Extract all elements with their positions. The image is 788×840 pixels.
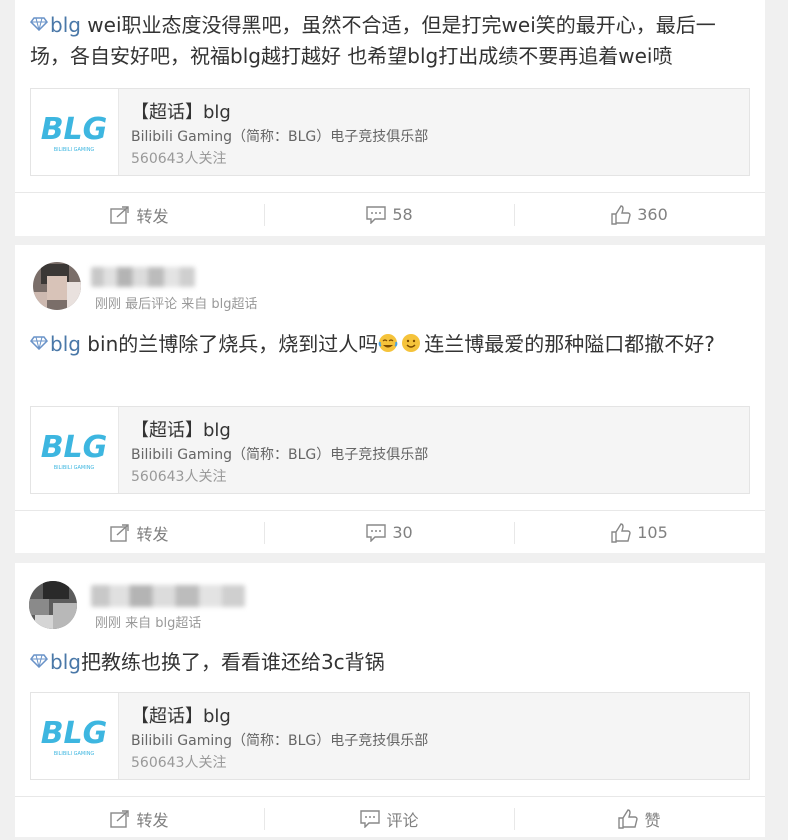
repost-button[interactable]: 转发	[15, 193, 264, 236]
svg-text:BLG: BLG	[41, 430, 108, 465]
comment-icon	[366, 205, 387, 224]
thumbs-up-icon	[618, 808, 639, 829]
topic-title: 【超话】blg	[131, 102, 231, 123]
avatar[interactable]	[33, 262, 81, 310]
topic-card[interactable]: BLG BILIBILI GAMING 【超话】blg Bilibili Gam…	[30, 406, 750, 494]
topic-card[interactable]: BLG BILIBILI GAMING 【超话】blg Bilibili Gam…	[30, 88, 750, 176]
blg-logo: BLG BILIBILI GAMING	[31, 89, 119, 175]
like-button[interactable]: 105	[515, 511, 764, 554]
like-button[interactable]: 赞	[515, 797, 764, 840]
topic-title: 【超话】blg	[131, 706, 231, 727]
topic-fans-count: 560643人关注	[131, 151, 227, 167]
comment-icon	[366, 523, 387, 542]
avatar[interactable]	[29, 581, 77, 629]
svg-text:BILIBILI GAMING: BILIBILI GAMING	[54, 751, 95, 757]
comment-icon	[360, 809, 381, 828]
super-topic-tag[interactable]: blg	[30, 650, 81, 674]
post-card: 刚刚 最后评论 来自 blg超话 blg bin的兰博除了烧兵，烧到过人吗 连兰博…	[15, 245, 765, 553]
thumbs-up-icon	[611, 522, 631, 543]
username[interactable]	[91, 267, 195, 287]
post-card: blg wei职业态度没得黑吧，虽然不合适，但是打完wei笑的最开心，最后一场，…	[15, 0, 765, 236]
post-meta: 刚刚 最后评论 来自 blg超话	[95, 297, 258, 312]
topic-card[interactable]: BLG BILIBILI GAMING 【超话】blg Bilibili Gam…	[30, 692, 750, 780]
svg-text:BLG: BLG	[41, 112, 108, 147]
post-text: blg bin的兰博除了烧兵，烧到过人吗 连兰博最爱的那种隘口都撤不好?	[30, 329, 750, 360]
super-topic-tag[interactable]: blg	[30, 13, 81, 37]
crying-laughing-emoji-icon	[378, 334, 398, 352]
diamond-icon	[30, 654, 48, 668]
topic-subtitle: Bilibili Gaming（简称：BLG）电子竞技俱乐部	[131, 129, 429, 145]
action-bar: 转发 评论 赞	[15, 796, 765, 840]
laughing-emoji-icon	[402, 334, 421, 352]
comment-button[interactable]: 58	[265, 193, 514, 236]
comment-button[interactable]: 30	[265, 511, 514, 554]
repost-button[interactable]: 转发	[15, 511, 264, 554]
svg-text:BILIBILI GAMING: BILIBILI GAMING	[54, 147, 95, 153]
post-text: blg把教练也换了，看看谁还给3c背锅	[30, 647, 750, 678]
repost-icon	[110, 809, 130, 828]
diamond-icon	[30, 17, 48, 31]
post-card: 刚刚 来自 blg超话 blg把教练也换了，看看谁还给3c背锅 BLG BILI…	[15, 563, 765, 837]
diamond-icon	[30, 336, 48, 350]
repost-icon	[110, 523, 130, 542]
thumbs-up-icon	[611, 204, 631, 225]
post-meta: 刚刚 来自 blg超话	[95, 616, 202, 631]
svg-text:BLG: BLG	[41, 716, 108, 751]
topic-fans-count: 560643人关注	[131, 469, 227, 485]
super-topic-tag[interactable]: blg	[30, 332, 81, 356]
blg-logo: BLG BILIBILI GAMING	[31, 407, 119, 493]
comment-button[interactable]: 评论	[265, 797, 514, 840]
like-button[interactable]: 360	[515, 193, 764, 236]
blg-logo: BLG BILIBILI GAMING	[31, 693, 119, 779]
repost-icon	[110, 205, 130, 224]
post-text: blg wei职业态度没得黑吧，虽然不合适，但是打完wei笑的最开心，最后一场，…	[30, 13, 716, 68]
username[interactable]	[91, 585, 245, 607]
action-bar: 转发 30 105	[15, 510, 765, 554]
repost-button[interactable]: 转发	[15, 797, 264, 840]
action-bar: 转发 58 360	[15, 192, 765, 236]
svg-text:BILIBILI GAMING: BILIBILI GAMING	[54, 465, 95, 471]
topic-title: 【超话】blg	[131, 420, 231, 441]
topic-subtitle: Bilibili Gaming（简称：BLG）电子竞技俱乐部	[131, 733, 429, 749]
topic-fans-count: 560643人关注	[131, 755, 227, 771]
topic-subtitle: Bilibili Gaming（简称：BLG）电子竞技俱乐部	[131, 447, 429, 463]
